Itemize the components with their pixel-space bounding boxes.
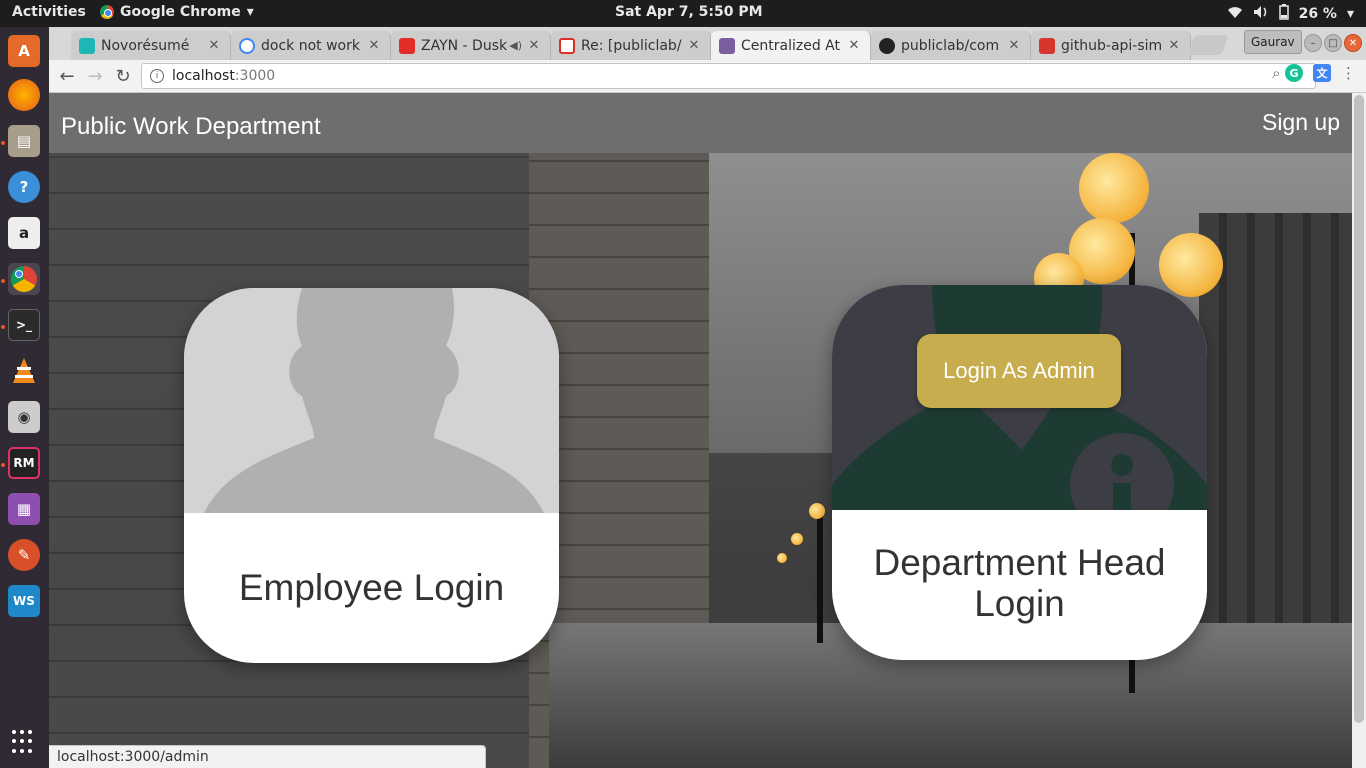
page-favicon-icon [719, 37, 735, 54]
close-icon[interactable]: ✕ [1006, 38, 1022, 53]
video-editor-icon[interactable]: ▦ [8, 493, 40, 525]
department-head-login-card[interactable]: Login As Admin Department Head Login [832, 285, 1207, 660]
close-icon[interactable]: ✕ [526, 38, 542, 53]
tab-github-api[interactable]: github-api-sim ✕ [1031, 31, 1191, 60]
employee-login-card[interactable]: Employee Login [184, 288, 559, 663]
url-port: :3000 [234, 68, 276, 84]
close-icon[interactable]: ✕ [846, 38, 862, 53]
youtube-icon [399, 37, 415, 54]
chevron-down-icon: ▾ [246, 4, 254, 20]
employee-avatar-area [184, 288, 559, 513]
tab-label: ZAYN - Dusk [421, 37, 508, 54]
person-silhouette-icon [204, 288, 544, 513]
close-icon[interactable]: ✕ [1166, 38, 1182, 53]
system-tray[interactable]: 26 % ▾ [1227, 4, 1354, 24]
gmail-icon [559, 37, 575, 54]
show-applications-icon[interactable] [12, 730, 36, 754]
activities-button[interactable]: Activities [12, 4, 86, 20]
reload-icon[interactable]: ↻ [111, 64, 135, 88]
department-head-login-label: Department Head Login [832, 514, 1207, 660]
zoom-icon[interactable]: ⌕ [1272, 64, 1280, 82]
close-icon[interactable]: ✕ [206, 38, 222, 53]
camera-icon[interactable]: ◉ [8, 401, 40, 433]
new-tab-button[interactable] [1187, 35, 1229, 55]
chrome-icon [100, 5, 114, 19]
google-icon [239, 37, 255, 54]
app-menu[interactable]: Google Chrome ▾ [100, 4, 254, 20]
tab-publiclab-github[interactable]: publiclab/com ✕ [871, 31, 1031, 60]
site-navbar: Public Work Department Sign up [49, 93, 1352, 153]
close-window-button[interactable]: ✕ [1344, 34, 1362, 52]
files-icon[interactable]: ▤ [8, 125, 40, 157]
tab-favicon-icon [79, 37, 95, 54]
tab-centralized-active[interactable]: Centralized At ✕ [711, 31, 871, 60]
tab-label: Centralized At [741, 37, 840, 54]
webstorm-icon[interactable]: WS [8, 585, 40, 617]
wifi-icon [1227, 5, 1243, 23]
signup-link[interactable]: Sign up [1262, 109, 1340, 136]
battery-percent: 26 % [1298, 6, 1337, 22]
department-head-label-line1: Department Head [873, 542, 1166, 584]
link-status-bar: localhost:3000/admin [49, 745, 486, 768]
minimize-button[interactable]: – [1304, 34, 1322, 52]
system-top-bar: Activities Google Chrome ▾ Sat Apr 7, 5:… [0, 0, 1366, 27]
department-head-label-line2: Login [974, 583, 1065, 624]
npm-icon [1039, 37, 1055, 54]
rubymine-icon[interactable]: RM [8, 447, 40, 479]
settings-icon[interactable]: ✎ [8, 539, 40, 571]
employee-login-label: Employee Login [238, 566, 505, 608]
chrome-launcher-icon[interactable] [8, 263, 40, 295]
tab-label: Re: [publiclab/ [581, 37, 682, 54]
software-center-icon[interactable]: A [8, 35, 40, 67]
profile-button[interactable]: Gaurav [1244, 30, 1302, 54]
help-icon[interactable]: ? [8, 171, 40, 203]
close-icon[interactable]: ✕ [686, 38, 702, 53]
site-brand[interactable]: Public Work Department [61, 113, 321, 141]
page-scrollbar[interactable] [1352, 93, 1366, 768]
maximize-button[interactable]: □ [1324, 34, 1342, 52]
chevron-down-icon: ▾ [1346, 6, 1354, 22]
firefox-icon[interactable] [8, 79, 40, 111]
vlc-icon[interactable] [8, 355, 40, 387]
back-icon[interactable]: ← [55, 64, 79, 88]
browser-toolbar: ← → ↻ i localhost:3000 ⌕ ☆ G 文 ⋮ [49, 60, 1366, 93]
github-icon [879, 37, 895, 54]
tab-dock-not-work[interactable]: dock not work ✕ [231, 31, 391, 60]
menu-icon[interactable]: ⋮ [1341, 64, 1356, 82]
info-icon[interactable]: i [150, 69, 164, 83]
launcher-dock: A ▤ ? a >_ ◉ RM ▦ ✎ WS [0, 27, 49, 768]
amazon-icon[interactable]: a [8, 217, 40, 249]
app-menu-label: Google Chrome [120, 4, 241, 20]
battery-icon [1278, 4, 1289, 24]
tab-gmail-publiclab[interactable]: Re: [publiclab/ ✕ [551, 31, 711, 60]
login-as-admin-button[interactable]: Login As Admin [917, 334, 1121, 408]
audio-playing-icon[interactable]: ◀) [509, 39, 522, 52]
grammarly-icon[interactable]: G [1285, 64, 1303, 82]
page-content: Public Work Department Sign up Employee … [49, 93, 1352, 768]
scrollbar-thumb[interactable] [1354, 95, 1364, 723]
terminal-icon[interactable]: >_ [8, 309, 40, 341]
close-icon[interactable]: ✕ [366, 38, 382, 53]
clock[interactable]: Sat Apr 7, 5:50 PM [615, 4, 763, 20]
tab-label: Novorésumé [101, 37, 190, 54]
tab-label: publiclab/com [901, 37, 1000, 54]
address-bar[interactable]: i localhost:3000 [141, 63, 1316, 89]
tab-novoresume[interactable]: Novorésumé ✕ [71, 31, 231, 60]
forward-icon[interactable]: → [83, 64, 107, 88]
tab-label: dock not work [261, 37, 360, 54]
admin-header-area: Login As Admin [832, 285, 1207, 510]
tab-strip: Novorésumé ✕ dock not work ✕ ZAYN - Dusk… [49, 27, 1366, 60]
tab-zayn-dusk[interactable]: ZAYN - Dusk ◀) ✕ [391, 31, 551, 60]
url-host: localhost [172, 68, 235, 84]
volume-icon [1253, 5, 1269, 23]
tab-label: github-api-sim [1061, 37, 1163, 54]
translate-icon[interactable]: 文 [1313, 64, 1331, 82]
extensions-area: G 文 ⋮ [1285, 64, 1356, 82]
